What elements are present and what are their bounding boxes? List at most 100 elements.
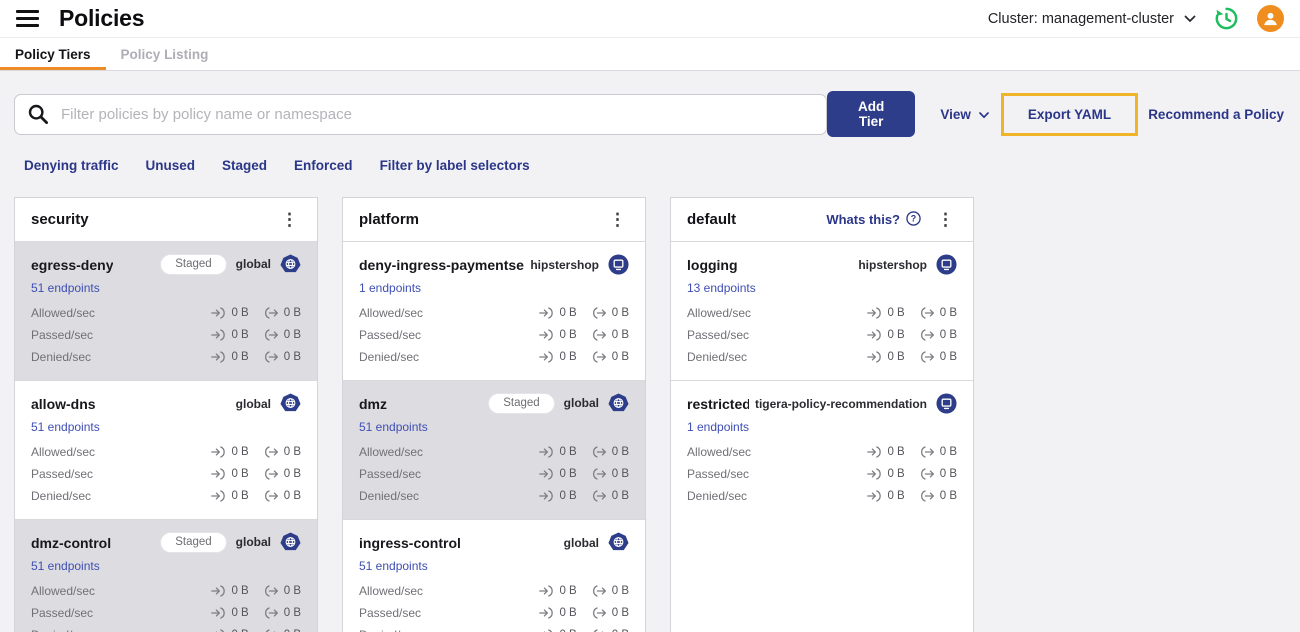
metric-row: Allowed/sec 0 B 0 B: [31, 580, 301, 602]
filter-staged[interactable]: Staged: [222, 158, 267, 173]
ingress-arrow-icon: [211, 329, 226, 341]
metric-label: Allowed/sec: [31, 584, 96, 598]
policy-card-deny-ingress-paymentservi[interactable]: deny-ingress-paymentservi... hipstershop 1…: [343, 242, 645, 380]
egress-value: 0 B: [283, 329, 301, 341]
user-avatar-icon[interactable]: [1257, 5, 1284, 32]
metric-label: Denied/sec: [31, 489, 92, 503]
ingress-arrow-icon: [867, 468, 882, 480]
endpoints-link[interactable]: 13 endpoints: [687, 281, 756, 295]
ingress-arrow-icon: [211, 490, 226, 502]
ingress-arrow-icon: [539, 307, 554, 319]
namespace-icon: [936, 254, 957, 275]
policy-card-ingress-control[interactable]: ingress-control global 51 endpoints Allowed…: [343, 519, 645, 632]
metric-row: Denied/sec0 B0 B: [359, 624, 629, 632]
metric-row: Allowed/sec 0 B 0 B: [359, 441, 629, 463]
filter-enforced[interactable]: Enforced: [294, 158, 353, 173]
kebab-menu-icon[interactable]: ⋮: [934, 209, 957, 230]
ingress-arrow-icon: [539, 351, 554, 363]
ingress-value: 0 B: [887, 446, 905, 458]
ingress-value: 0 B: [231, 585, 249, 597]
endpoints-link[interactable]: 51 endpoints: [31, 420, 100, 434]
filter-denying-traffic[interactable]: Denying traffic: [24, 158, 119, 173]
metric-label: Allowed/sec: [359, 584, 424, 598]
tier-column-default: default Whats this?? ⋮ logging hipstershop 13…: [670, 197, 974, 632]
endpoints-link[interactable]: 51 endpoints: [31, 281, 100, 295]
tab-policy-listing[interactable]: Policy Listing: [106, 38, 224, 70]
egress-arrow-icon: [264, 607, 279, 619]
recommend-policy-button[interactable]: Recommend a Policy: [1148, 107, 1284, 122]
egress-value: 0 B: [939, 307, 957, 319]
endpoints-link[interactable]: 1 endpoints: [687, 420, 749, 434]
metric-row: Allowed/sec 0 B 0 B: [31, 302, 301, 324]
metric-label: Denied/sec: [359, 350, 420, 364]
egress-value: 0 B: [611, 351, 629, 363]
ingress-arrow-icon: [211, 585, 226, 597]
add-tier-button[interactable]: Add Tier: [826, 91, 916, 137]
egress-arrow-icon: [264, 307, 279, 319]
cluster-selector-label: Cluster: management-cluster: [987, 10, 1174, 27]
policy-scope-label: global: [235, 257, 271, 272]
quick-filters: Denying traffic Unused Staged Enforced F…: [24, 158, 1300, 173]
metric-label: Denied/sec: [687, 489, 748, 503]
cluster-selector[interactable]: Cluster: management-cluster: [988, 11, 1196, 27]
kebab-menu-icon[interactable]: ⋮: [606, 209, 629, 230]
metric-label: Denied/sec: [31, 350, 92, 364]
tab-policy-tiers[interactable]: Policy Tiers: [0, 38, 106, 70]
egress-value: 0 B: [283, 307, 301, 319]
policy-filter-input[interactable]: [14, 93, 827, 135]
metric-row: Allowed/sec 0 B 0 B: [687, 302, 957, 324]
policy-scope-label: global: [563, 535, 599, 550]
policy-card-egress-deny[interactable]: egress-deny Staged global 51 endpoints Allow…: [15, 242, 317, 380]
ingress-arrow-icon: [539, 585, 554, 597]
metric-row: Denied/sec0 B0 B: [31, 346, 301, 368]
egress-value: 0 B: [283, 468, 301, 480]
filter-by-label-selectors[interactable]: Filter by label selectors: [380, 158, 530, 173]
egress-value: 0 B: [611, 585, 629, 597]
policy-scope-label: global: [235, 535, 271, 550]
endpoints-link[interactable]: 1 endpoints: [359, 281, 421, 295]
export-yaml-button[interactable]: Export YAML: [1028, 107, 1111, 122]
egress-value: 0 B: [611, 446, 629, 458]
egress-value: 0 B: [939, 351, 957, 363]
view-dropdown[interactable]: View: [940, 107, 989, 122]
ingress-arrow-icon: [211, 446, 226, 458]
metric-row: Passed/sec 0 B 0 B: [359, 602, 629, 624]
policy-card-dmz-control[interactable]: dmz-control Staged global 51 endpoints Allow…: [15, 519, 317, 632]
toolbar: Add Tier View Export YAML Recommend a Po…: [14, 91, 1284, 137]
whats-this-link[interactable]: Whats this??: [826, 210, 921, 229]
tier-header: default Whats this?? ⋮: [671, 198, 973, 242]
metric-label: Allowed/sec: [359, 306, 424, 320]
endpoints-link[interactable]: 51 endpoints: [359, 559, 428, 573]
policy-name: deny-ingress-paymentservi...: [359, 256, 524, 273]
ingress-value: 0 B: [231, 307, 249, 319]
global-scope-icon: [280, 254, 301, 275]
egress-arrow-icon: [592, 607, 607, 619]
policy-name: allow-dns: [31, 395, 96, 412]
kebab-menu-icon[interactable]: ⋮: [278, 209, 301, 230]
history-icon[interactable]: [1213, 5, 1240, 32]
metric-row: Denied/sec0 B0 B: [687, 346, 957, 368]
metric-label: Allowed/sec: [687, 306, 752, 320]
filter-unused[interactable]: Unused: [146, 158, 196, 173]
egress-arrow-icon: [592, 329, 607, 341]
policy-scope-label: hipstershop: [858, 257, 927, 272]
ingress-arrow-icon: [211, 607, 226, 619]
egress-value: 0 B: [939, 329, 957, 341]
metric-row: Denied/sec0 B0 B: [359, 346, 629, 368]
ingress-arrow-icon: [867, 446, 882, 458]
staged-badge: Staged: [488, 392, 555, 415]
egress-value: 0 B: [283, 490, 301, 502]
hamburger-menu-icon[interactable]: [16, 10, 39, 27]
policy-card-restricted[interactable]: restricted tigera-policy-recommendation 1 …: [671, 380, 973, 519]
ingress-value: 0 B: [887, 307, 905, 319]
endpoints-link[interactable]: 51 endpoints: [359, 420, 428, 434]
policy-card-logging[interactable]: logging hipstershop 13 endpoints Allowed/se…: [671, 242, 973, 380]
egress-value: 0 B: [283, 607, 301, 619]
policy-card-dmz[interactable]: dmz Staged global 51 endpoints Allowed/sec 0 …: [343, 380, 645, 519]
namespace-icon: [936, 393, 957, 414]
policy-card-allow-dns[interactable]: allow-dns global 51 endpoints Allowed/sec 0 …: [15, 380, 317, 519]
global-scope-icon: [280, 532, 301, 553]
ingress-arrow-icon: [211, 307, 226, 319]
endpoints-link[interactable]: 51 endpoints: [31, 559, 100, 573]
ingress-arrow-icon: [539, 607, 554, 619]
